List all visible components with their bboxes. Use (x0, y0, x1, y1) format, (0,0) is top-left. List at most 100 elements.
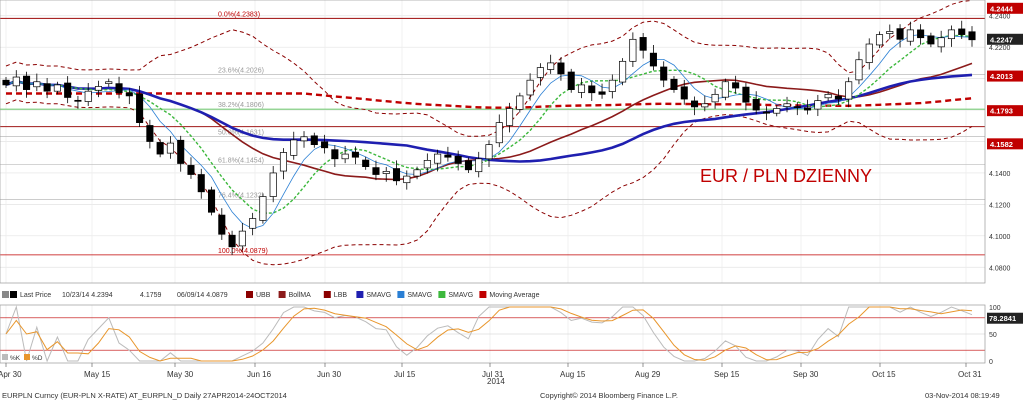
candle-body (300, 136, 308, 142)
candle-body (310, 135, 318, 145)
legend-item-label: SMAVG (448, 292, 473, 299)
candle-body (464, 160, 472, 171)
candle-body (64, 82, 72, 98)
candle-body (84, 90, 92, 102)
legend-swatch (278, 291, 286, 298)
candle-body (423, 160, 431, 169)
candlestick (259, 193, 267, 224)
price-badge: 4.2013 (987, 70, 1023, 82)
y-tick-label: 4.2200 (989, 45, 1011, 52)
candle-body (434, 153, 442, 164)
candle-body (392, 168, 401, 182)
candle-body (711, 93, 719, 103)
candle-body (382, 171, 390, 174)
candle-body (156, 142, 164, 155)
candle-body (454, 155, 462, 164)
candle-body (259, 196, 267, 221)
candlestick (619, 58, 627, 86)
x-tick-label: Oct 31 (958, 370, 982, 379)
candle-body (783, 103, 791, 107)
candle-body (187, 165, 195, 175)
y-tick-label: 4.2400 (989, 14, 1011, 21)
x-tick-label: Sep 15 (714, 370, 740, 379)
candle-body (351, 151, 359, 158)
candle-body (12, 76, 20, 87)
candle-body (804, 107, 812, 111)
candle-body (547, 62, 555, 70)
x-tick-label: Apr 30 (0, 370, 22, 379)
rsi-legend-swatch (24, 354, 30, 360)
fib-label: 23.6%(4.2026) (218, 68, 264, 75)
legend-swatch (479, 291, 487, 298)
x-tick-label: Jun 30 (317, 370, 342, 379)
candle-body (588, 85, 596, 94)
candle-body (886, 31, 894, 34)
legend-swatch (246, 291, 253, 298)
candle-body (793, 106, 801, 108)
candle-body (146, 125, 154, 142)
candle-body (937, 37, 945, 48)
price-badge-value: 4.2444 (990, 4, 1014, 13)
candle-body (2, 79, 10, 86)
candle-body (670, 78, 678, 90)
legend-low: 4.1759 (140, 292, 162, 299)
candle-body (824, 93, 832, 99)
candle-body (444, 154, 452, 158)
candle-body (629, 38, 637, 62)
price-chart[interactable]: 0.0%(4.2383) 23.6%(4.2026) 38.2%(4.1806) 50… (0, 0, 1024, 401)
rsi-legend-label: %D (32, 355, 43, 362)
candle-body (649, 52, 657, 67)
candlestick (207, 186, 216, 216)
candle-body (680, 86, 688, 100)
fib-label: 100.0%(4.0879) (218, 248, 268, 255)
candle-body (177, 139, 185, 164)
candle-body (773, 108, 781, 114)
candle-body (53, 84, 61, 92)
legend-item-label: SMAVG (407, 292, 432, 299)
candle-body (855, 59, 863, 81)
legend-item-label: BollMA (289, 292, 312, 299)
rsi-badge-value: 78.2841 (989, 314, 1016, 323)
candle-body (968, 31, 976, 41)
candle-body (485, 144, 493, 160)
candle-body (516, 95, 524, 110)
candle-body (321, 141, 329, 149)
candle-body (526, 79, 534, 96)
candle-body (413, 169, 421, 177)
legend-item-label: LBB (334, 292, 348, 299)
candle-body (136, 93, 144, 123)
candle-body (865, 43, 873, 63)
legend-swatch (356, 291, 364, 298)
candle-body (403, 175, 411, 184)
x-tick-label: Aug 15 (560, 370, 586, 379)
x-tick-label: May 15 (84, 370, 111, 379)
candle-body (228, 234, 236, 248)
legend-swatch (323, 291, 331, 298)
candle-body (33, 81, 41, 88)
legend-item-label: SMAVG (366, 292, 391, 299)
legend-swatch (438, 291, 446, 298)
candle-body (331, 149, 339, 160)
copyright-label: Copyright© 2014 Bloomberg Finance L.P. (540, 391, 678, 400)
candle-body (372, 167, 380, 175)
candlestick (567, 68, 575, 93)
candle-body (732, 82, 740, 89)
candle-body (269, 172, 277, 197)
candle-body (721, 81, 729, 98)
candle-body (947, 29, 955, 40)
x-tick-label: Sep 30 (793, 370, 819, 379)
rsi-tick-label: 0 (989, 359, 993, 366)
candle-body (896, 28, 904, 40)
instrument-label: EURPLN Curncy (EUR-PLN X-RATE) AT_EURPLN… (2, 391, 287, 400)
legend-item-label: UBB (256, 292, 271, 299)
price-badge-value: 4.2013 (990, 72, 1013, 81)
rsi-tick-label: 50 (989, 332, 997, 339)
rsi-tick-label: 100 (989, 305, 1001, 312)
timestamp-label: 03-Nov-2014 08:19:49 (925, 391, 1000, 400)
price-badge: 4.2247 (987, 33, 1023, 45)
candle-body (362, 159, 370, 168)
year-label: 2014 (487, 377, 505, 386)
candle-body (218, 214, 226, 235)
chart-window: 0.0%(4.2383) 23.6%(4.2026) 38.2%(4.1806) 50… (0, 0, 1024, 401)
x-tick-label: Aug 29 (635, 370, 661, 379)
